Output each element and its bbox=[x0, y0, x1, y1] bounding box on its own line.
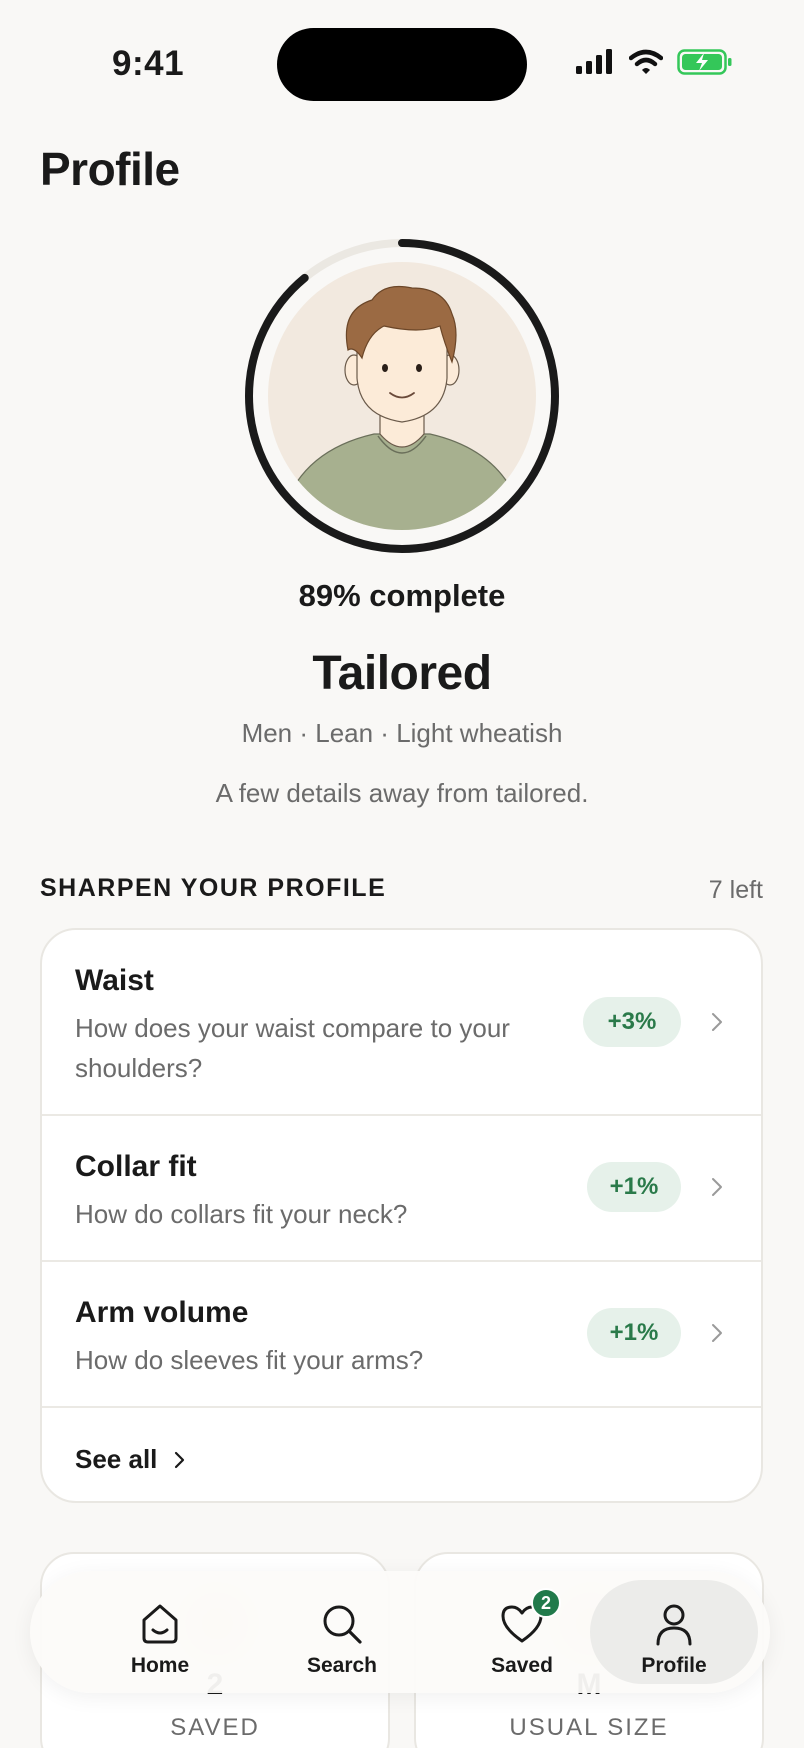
sharpen-item-waist[interactable]: Waist How does your waist compare to you… bbox=[42, 930, 761, 1116]
section-heading: SHARPEN YOUR PROFILE bbox=[40, 874, 387, 902]
item-description: How do collars fit your neck? bbox=[75, 1199, 408, 1229]
chevron-right-icon bbox=[175, 1451, 185, 1468]
gain-badge: +1% bbox=[587, 1162, 681, 1212]
gain-badge: +3% bbox=[583, 997, 681, 1047]
tab-search[interactable]: Search bbox=[264, 1571, 420, 1693]
tab-bar: Home Search Saved 2 Profile bbox=[30, 1571, 770, 1693]
profile-tagline: A few details away from tailored. bbox=[215, 778, 589, 808]
item-title: Waist bbox=[75, 964, 154, 997]
tab-profile[interactable]: Profile bbox=[590, 1580, 758, 1684]
chevron-right-icon bbox=[712, 1013, 722, 1031]
see-all-link[interactable]: See all bbox=[75, 1444, 187, 1475]
tab-saved[interactable]: Saved 2 bbox=[444, 1571, 600, 1693]
tab-home[interactable]: Home bbox=[82, 1571, 238, 1693]
profile-attributes: Men · Lean · Light wheatish bbox=[241, 718, 563, 748]
chevron-right-icon bbox=[712, 1178, 722, 1196]
tab-label: Search bbox=[306, 1654, 378, 1677]
sharpen-profile-card: Waist How does your waist compare to you… bbox=[40, 928, 763, 1503]
stat-label: USUAL SIZE bbox=[509, 1714, 669, 1741]
item-description: How does your waist compare to your shou… bbox=[75, 1013, 510, 1083]
item-title: Collar fit bbox=[75, 1150, 197, 1183]
sharpen-item-collar-fit[interactable]: Collar fit How do collars fit your neck?… bbox=[42, 1116, 761, 1262]
page-title: Profile bbox=[40, 143, 180, 195]
see-all-label: See all bbox=[75, 1444, 158, 1474]
battery-charging-icon bbox=[677, 49, 732, 75]
tab-label: Home bbox=[130, 1654, 190, 1677]
saved-count-badge: 2 bbox=[531, 1588, 561, 1618]
tab-label: Saved bbox=[491, 1654, 553, 1677]
tab-label: Profile bbox=[641, 1654, 707, 1677]
search-icon bbox=[323, 1605, 362, 1644]
status-time: 9:41 bbox=[112, 44, 185, 83]
wifi-icon bbox=[629, 49, 663, 74]
completion-text: 89% complete bbox=[298, 578, 506, 613]
profile-avatar-ring[interactable] bbox=[244, 238, 560, 554]
cellular-signal-icon bbox=[576, 49, 612, 74]
person-icon bbox=[656, 1604, 692, 1646]
item-description: How do sleeves fit your arms? bbox=[75, 1345, 424, 1375]
gain-badge: +1% bbox=[587, 1308, 681, 1358]
remaining-count: 7 left bbox=[708, 876, 763, 904]
profile-tier: Tailored bbox=[312, 647, 492, 700]
item-title: Arm volume bbox=[75, 1296, 249, 1329]
chevron-right-icon bbox=[712, 1324, 722, 1342]
status-bar: 9:41 bbox=[0, 0, 804, 120]
stat-label: SAVED bbox=[170, 1714, 260, 1741]
home-icon bbox=[142, 1604, 178, 1644]
dynamic-island bbox=[277, 28, 527, 101]
sharpen-item-arm-volume[interactable]: Arm volume How do sleeves fit your arms?… bbox=[42, 1262, 761, 1408]
status-icons bbox=[575, 48, 733, 76]
